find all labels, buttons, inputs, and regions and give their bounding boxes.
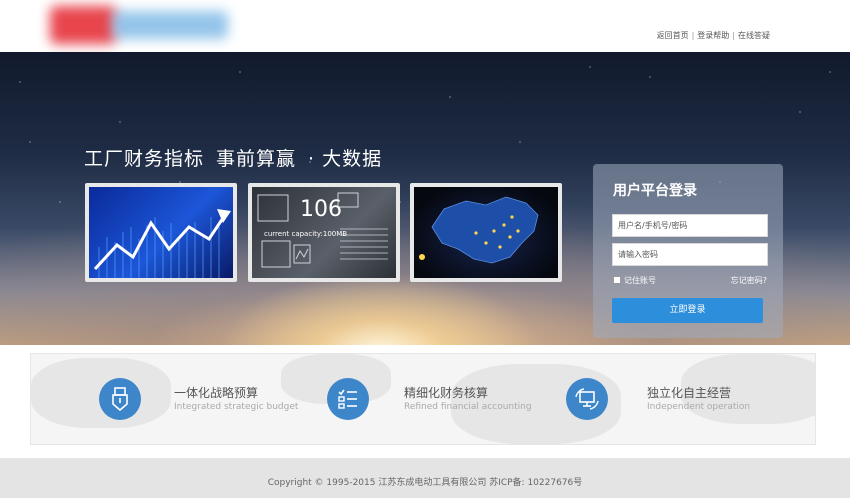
feature-strategic-budget: 一体化战略预算 Integrated strategic budget	[99, 354, 309, 444]
feature-subtitle: Integrated strategic budget	[174, 402, 299, 412]
link-online-qa[interactable]: 在线答疑	[738, 31, 770, 40]
monitor-sync-icon	[566, 378, 608, 420]
link-separator: |	[732, 31, 735, 40]
copyright-text: Copyright © 1995-2015 江苏东成电动工具有限公司 苏ICP备…	[267, 478, 583, 488]
remember-account[interactable]: 记住账号	[613, 275, 656, 286]
features-band: 一体化战略预算 Integrated strategic budget 精细化财…	[30, 353, 816, 445]
hero-title-part2: 事前算赢	[216, 148, 297, 170]
thumbnail-finance-chart	[85, 183, 237, 282]
hero-title: 工厂财务指标 事前算赢 · 大数据	[84, 144, 382, 171]
username-input[interactable]: 用户名/手机号/密码	[612, 214, 768, 237]
link-login-help[interactable]: 登录帮助	[697, 31, 729, 40]
capacity-number: 106	[300, 197, 342, 222]
thumbnail-china-map	[410, 183, 562, 282]
usb-stick-icon	[99, 378, 141, 420]
footer: Copyright © 1995-2015 江苏东成电动工具有限公司 苏ICP备…	[0, 458, 850, 498]
link-separator: |	[691, 31, 695, 40]
link-home[interactable]: 返回首页	[657, 31, 689, 40]
checklist-icon	[327, 378, 369, 420]
logo-red-mark	[50, 6, 116, 44]
china-map-graphic	[419, 196, 539, 264]
rising-chart-graphic	[93, 209, 231, 278]
login-button[interactable]: 立即登录	[612, 298, 763, 323]
forgot-password-link[interactable]: 忘记密码?	[731, 275, 767, 286]
hero-title-part1: 工厂财务指标	[84, 148, 205, 170]
logo-blue-text	[112, 11, 228, 39]
feature-financial-accounting: 精细化财务核算 Refined financial accounting	[327, 354, 547, 444]
feature-subtitle: Independent operation	[647, 402, 751, 412]
feature-title: 独立化自主经营	[647, 386, 732, 400]
remember-label: 记住账号	[624, 276, 656, 285]
top-header: 返回首页 | 登录帮助 | 在线答疑	[0, 0, 850, 52]
feature-subtitle: Refined financial accounting	[404, 402, 532, 412]
feature-title: 一体化战略预算	[174, 386, 259, 400]
top-links: 返回首页 | 登录帮助 | 在线答疑	[657, 30, 770, 41]
password-input[interactable]: 请输入密码	[612, 243, 768, 266]
hero-banner: 工厂财务指标 事前算赢 · 大数据 106 current capacity:1…	[0, 52, 850, 345]
login-panel: 用户平台登录 用户名/手机号/密码 请输入密码 记住账号 忘记密码? 立即登录	[593, 164, 783, 338]
hero-title-part3: · 大数据	[308, 148, 383, 170]
feature-independent-operation: 独立化自主经营 Independent operation	[566, 354, 786, 444]
login-title: 用户平台登录	[613, 183, 697, 199]
company-logo[interactable]	[50, 6, 232, 44]
remember-checkbox[interactable]	[613, 276, 621, 284]
feature-title: 精细化财务核算	[404, 386, 489, 400]
thumbnail-dashboard: 106 current capacity:100MB	[248, 183, 400, 282]
capacity-caption: current capacity:100MB	[264, 230, 348, 238]
